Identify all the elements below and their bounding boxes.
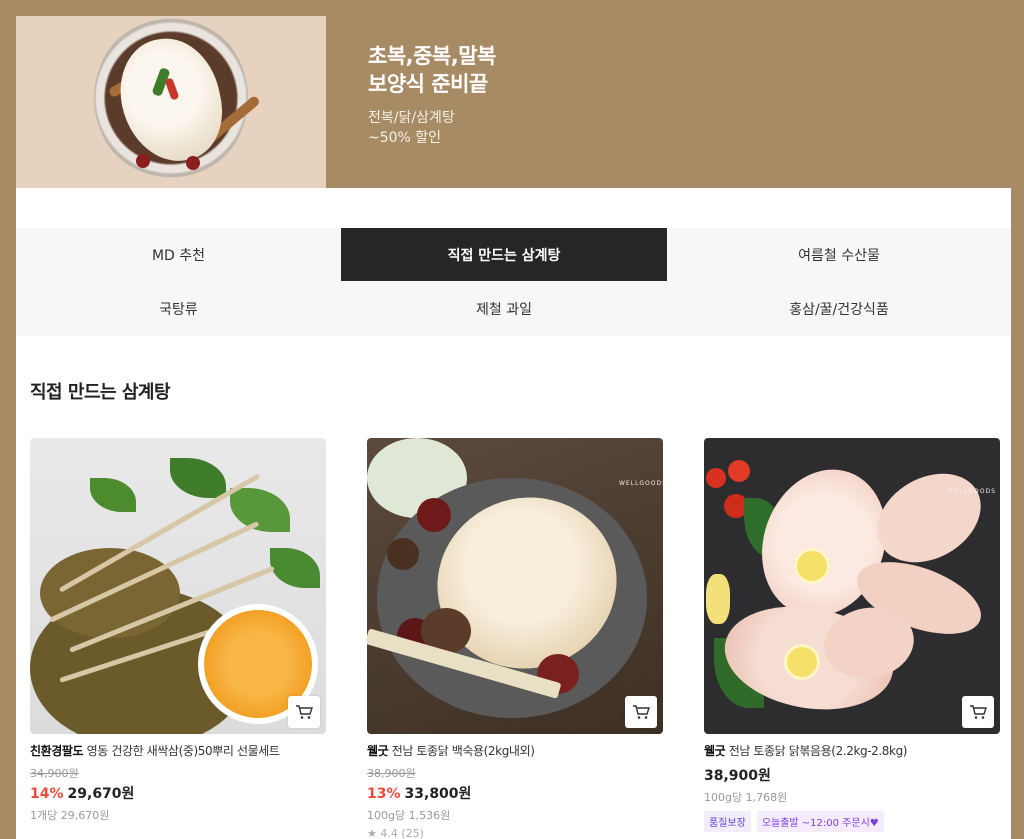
- original-price: 34,900원: [30, 767, 79, 780]
- sale-price: 29,670원: [67, 786, 135, 802]
- tab-seasonal-fruit[interactable]: 제철 과일: [341, 281, 667, 336]
- tab-samgyetang[interactable]: 직접 만드는 삼계탕: [341, 228, 667, 281]
- product-image[interactable]: WELLGOODS: [704, 438, 1000, 734]
- section-title: 직접 만드는 삼계탕: [30, 382, 171, 403]
- tab-md-recommend[interactable]: MD 추천: [16, 228, 341, 281]
- product-card[interactable]: 친환경팔도 영동 건강한 새싹삼(중)50뿌리 선물세트 34,900원 14%…: [30, 438, 326, 823]
- discount-rate: 13%: [367, 786, 401, 802]
- unit-price: 100g당 1,768원: [704, 791, 788, 804]
- promo-banner[interactable]: 초복,중복,말복 보양식 준비끝 전복/닭/삼계탕 ~50% 할인: [16, 16, 1011, 188]
- category-tabs: MD 추천 직접 만드는 삼계탕 여름철 수산물 국탕류 제철 과일 홍삼/꿀/…: [16, 228, 1011, 336]
- price-row: 13% 33,800원: [367, 783, 663, 803]
- cart-icon: [970, 705, 987, 719]
- main-panel: MD 추천 직접 만드는 삼계탕 여름철 수산물 국탕류 제철 과일 홍삼/꿀/…: [16, 188, 1011, 839]
- product-card[interactable]: WELLGOODS 웰굿 전남 토종닭 닭볶음용(2.2kg-2.8kg) 38…: [704, 438, 1000, 832]
- product-image[interactable]: WELLGOODS: [367, 438, 663, 734]
- banner-image: [16, 16, 326, 188]
- product-name[interactable]: 친환경팔도 영동 건강한 새싹삼(중)50뿌리 선물세트: [30, 742, 326, 759]
- product-name[interactable]: 웰굿 전남 토종닭 백숙용(2kg내외): [367, 742, 663, 759]
- quality-tag: 품질보장: [704, 811, 751, 832]
- shipping-tag: 오늘출발 ~12:00 주문시♥: [756, 811, 884, 832]
- sale-price: 33,800원: [404, 786, 472, 802]
- sale-price: 38,900원: [704, 768, 771, 784]
- product-image[interactable]: [30, 438, 326, 734]
- unit-price: 100g당 1,536원: [367, 809, 451, 822]
- discount-rate: 14%: [30, 786, 64, 802]
- rating: ★ 4.4 (25): [367, 827, 424, 839]
- tab-soups[interactable]: 국탕류: [16, 281, 341, 336]
- product-tags: 품질보장 오늘출발 ~12:00 주문시♥: [704, 811, 1000, 832]
- add-to-cart-button[interactable]: [625, 696, 657, 728]
- price-row: 14% 29,670원: [30, 783, 326, 803]
- product-name[interactable]: 웰굿 전남 토종닭 닭볶음용(2.2kg-2.8kg): [704, 742, 1000, 759]
- product-card[interactable]: WELLGOODS 웰굿 전남 토종닭 백숙용(2kg내외) 38,900원 1…: [367, 438, 663, 839]
- banner-subtitle: 전복/닭/삼계탕 ~50% 할인: [368, 110, 455, 146]
- cart-icon: [296, 705, 313, 719]
- original-price: 38,900원: [367, 767, 416, 780]
- tab-summer-seafood[interactable]: 여름철 수산물: [667, 228, 1011, 281]
- add-to-cart-button[interactable]: [288, 696, 320, 728]
- unit-price: 1개당 29,670원: [30, 809, 110, 822]
- price-row: 38,900원: [704, 765, 1000, 785]
- cart-icon: [633, 705, 650, 719]
- add-to-cart-button[interactable]: [962, 696, 994, 728]
- banner-title: 초복,중복,말복 보양식 준비끝: [368, 44, 496, 96]
- tab-health-food[interactable]: 홍삼/꿀/건강식품: [667, 281, 1011, 336]
